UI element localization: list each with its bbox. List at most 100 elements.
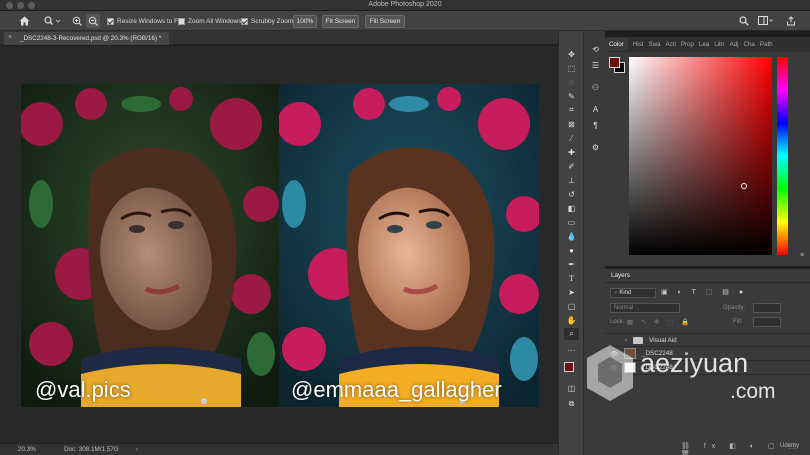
tab-actions[interactable]: Acti	[666, 41, 676, 48]
zoom-all-windows-label: Zoom All Windows	[188, 17, 242, 25]
fill-screen-button[interactable]: Fill Screen	[365, 15, 405, 28]
close-tab-icon[interactable]: ×	[8, 34, 12, 41]
blend-mode-select[interactable]: Normal	[610, 303, 680, 313]
more-tools-icon[interactable]: ···	[564, 344, 579, 356]
photo-before-image	[21, 84, 279, 407]
fill-label: Fill:	[733, 319, 743, 325]
document-tab-bar: × _DSC2248-3-Recovered.psd @ 20.3% (RGB/…	[0, 31, 558, 45]
layer-filter-label: Kind	[619, 290, 632, 296]
artboard-tool-icon[interactable]: ⬚	[564, 62, 579, 74]
document-tab-label: _DSC2248-3-Recovered.psd @ 20.3% (RGB/16…	[20, 35, 162, 42]
pen-tool-icon[interactable]: ✒	[564, 258, 579, 270]
resize-windows-label: Resize Windows to Fit	[117, 17, 182, 25]
layer-name: Visual Aid	[649, 336, 677, 344]
share-icon[interactable]	[785, 15, 797, 27]
fill-field[interactable]	[753, 317, 781, 327]
quick-selection-tool-icon[interactable]: ✎	[564, 90, 579, 102]
foreground-color-swatch[interactable]	[564, 362, 574, 372]
photo-after-image	[279, 84, 539, 407]
panel-fg-swatch[interactable]	[609, 57, 620, 68]
status-arrow-icon[interactable]: ›	[136, 446, 138, 453]
eyedropper-tool-icon[interactable]: ⁄	[564, 132, 579, 144]
photo-after: @emmaaa_gallagher	[279, 84, 539, 407]
clone-stamp-tool-icon[interactable]: ⊥	[564, 174, 579, 186]
search-icon: ⌕	[614, 289, 618, 296]
cube-logo-icon	[587, 345, 633, 401]
dodge-tool-icon[interactable]: ●	[564, 244, 579, 256]
screen-mode-icon[interactable]: ⧉	[564, 398, 579, 410]
udemy-badge: Udemy	[780, 443, 800, 449]
tab-learn[interactable]: Lea	[699, 41, 709, 48]
properties-panel-icon[interactable]: ☰	[588, 59, 603, 71]
zoom-tool-preset-icon[interactable]	[42, 15, 62, 27]
canvas-area[interactable]: @val.pics @emmaaa_gallagher	[0, 46, 558, 443]
tab-paths[interactable]: Path	[760, 41, 773, 48]
hand-tool-icon[interactable]: ✋	[564, 314, 579, 326]
tab-color[interactable]: Color	[605, 38, 628, 51]
tab-properties[interactable]: Prop	[681, 41, 694, 48]
checkbox-checked-icon	[107, 17, 114, 25]
tab-histogram[interactable]: Hist	[633, 41, 644, 48]
watermark-domain: .com	[730, 380, 776, 403]
adjustments-panel-icon[interactable]: ⚙	[588, 141, 603, 153]
lock-label: Lock:	[610, 319, 625, 325]
history-brush-tool-icon[interactable]: ↺	[564, 188, 579, 200]
layer-filter-select[interactable]: ⌕ Kind	[610, 288, 656, 298]
watermark-brand: aeziyuan	[640, 348, 749, 378]
lock-icons[interactable]: ▦ ✎ ✥ ⬚ 🔒	[627, 318, 693, 326]
document-tab[interactable]: × _DSC2248-3-Recovered.psd @ 20.3% (RGB/…	[4, 32, 170, 45]
paragraph-panel-icon[interactable]: ¶	[588, 119, 603, 131]
panel-menu-icon[interactable]: ≡	[800, 252, 804, 259]
title-bar: Adobe Photoshop 2020	[0, 0, 810, 11]
home-icon[interactable]	[17, 15, 31, 27]
opacity-label: Opacity:	[723, 305, 746, 311]
options-bar: Resize Windows to Fit Zoom All Windows S…	[0, 11, 810, 31]
layers-tab[interactable]: Layers	[605, 269, 636, 282]
quick-mask-icon[interactable]: ◫	[564, 382, 579, 394]
fit-screen-button[interactable]: Fit Screen	[322, 15, 359, 28]
color-panel-tabs: Color Hist Swa Acti Prop Lea Libr Adj Ch…	[605, 37, 810, 52]
zoom-tool-icon[interactable]: ⌕	[564, 328, 579, 340]
blur-tool-icon[interactable]: 💧	[564, 230, 579, 242]
lasso-tool-icon[interactable]: ◌	[564, 76, 579, 88]
brush-tool-icon[interactable]: ✐	[564, 160, 579, 172]
workspace-icon[interactable]	[757, 15, 775, 27]
opacity-field[interactable]	[753, 303, 781, 313]
zoom-in-icon[interactable]	[71, 15, 83, 27]
eraser-tool-icon[interactable]: ◧	[564, 202, 579, 214]
crop-tool-icon[interactable]: ⌗	[564, 104, 579, 116]
rectangle-tool-icon[interactable]: ▢	[564, 300, 579, 312]
layer-group-row[interactable]: › Visual Aid	[605, 333, 810, 347]
status-zoom[interactable]: 20.3%	[18, 446, 36, 453]
scrubby-zoom-checkbox[interactable]: Scrubby Zoom	[241, 15, 293, 27]
status-doc-size[interactable]: Doc: 308.1M/1.57G	[64, 446, 119, 453]
gradient-tool-icon[interactable]: ▭	[564, 216, 579, 228]
tab-libraries[interactable]: Libr	[714, 41, 724, 48]
resize-windows-checkbox[interactable]: Resize Windows to Fit	[107, 15, 181, 27]
character-panel-icon[interactable]: A	[588, 103, 603, 115]
search-icon[interactable]	[738, 15, 750, 27]
color-picker-ring[interactable]	[741, 183, 747, 189]
photo-before: @val.pics	[21, 84, 279, 407]
zoom-percent-button[interactable]: 100%	[293, 15, 317, 28]
color-panel: Color Hist Swa Acti Prop Lea Libr Adj Ch…	[605, 37, 810, 266]
healing-brush-tool-icon[interactable]: ✚	[564, 146, 579, 158]
people-panel-icon[interactable]: ⚇	[588, 81, 603, 93]
frame-tool-icon[interactable]: ⊠	[564, 118, 579, 130]
color-field[interactable]	[629, 57, 772, 255]
status-bar: 20.3% Doc: 308.1M/1.57G ›	[0, 443, 558, 455]
zoom-all-windows-checkbox[interactable]: Zoom All Windows	[178, 15, 241, 27]
tools-panel: ✥ ⬚ ◌ ✎ ⌗ ⊠ ⁄ ✚ ✐ ⊥ ↺ ◧ ▭ 💧 ● ✒ T ➤ ▢ ✋ …	[558, 31, 583, 455]
type-tool-icon[interactable]: T	[564, 272, 579, 284]
filter-icons[interactable]: ▣ ◐ T ⬚ ▤ ●	[661, 288, 747, 296]
move-tool-icon[interactable]: ✥	[564, 48, 579, 60]
tab-adjustments[interactable]: Adj	[730, 41, 739, 48]
zoom-out-icon[interactable]	[86, 14, 100, 28]
hue-slider[interactable]	[777, 57, 788, 255]
path-selection-tool-icon[interactable]: ➤	[564, 286, 579, 298]
history-panel-icon[interactable]: ⟲	[588, 43, 603, 55]
tab-channels[interactable]: Cha	[744, 41, 755, 48]
app-title: Adobe Photoshop 2020	[368, 1, 442, 8]
tab-swatches[interactable]: Swa	[648, 41, 660, 48]
scrubby-zoom-label: Scrubby Zoom	[251, 17, 294, 25]
